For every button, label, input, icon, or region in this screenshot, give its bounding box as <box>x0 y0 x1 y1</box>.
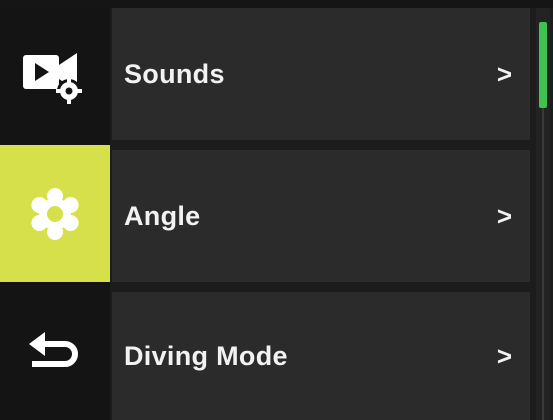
settings-menu: Sounds > Angle > Diving Mode > <box>112 8 530 420</box>
camera-settings-screen: Sounds > Angle > Diving Mode > <box>0 0 553 420</box>
scrollbar[interactable] <box>536 8 550 420</box>
sidebar-tab-settings[interactable] <box>0 145 110 282</box>
menu-item-diving-mode[interactable]: Diving Mode > <box>112 292 530 420</box>
chevron-right-icon: > <box>496 59 512 89</box>
menu-item-label: Sounds <box>124 58 225 89</box>
chevron-right-icon: > <box>496 341 512 371</box>
top-strip <box>0 0 553 8</box>
sidebar <box>0 8 110 420</box>
scrollbar-thumb[interactable] <box>539 22 547 108</box>
gear-icon <box>29 187 81 240</box>
menu-item-label: Angle <box>124 200 201 231</box>
scrollbar-track <box>542 108 544 420</box>
menu-item-sounds[interactable]: Sounds > <box>112 8 530 140</box>
sidebar-tab-back[interactable] <box>0 282 110 420</box>
menu-item-angle[interactable]: Angle > <box>112 150 530 282</box>
menu-item-label: Diving Mode <box>124 340 288 371</box>
chevron-right-icon: > <box>496 201 512 231</box>
video-settings-icon <box>19 47 91 107</box>
sidebar-tab-video-settings[interactable] <box>0 8 110 145</box>
back-arrow-icon <box>25 326 85 376</box>
